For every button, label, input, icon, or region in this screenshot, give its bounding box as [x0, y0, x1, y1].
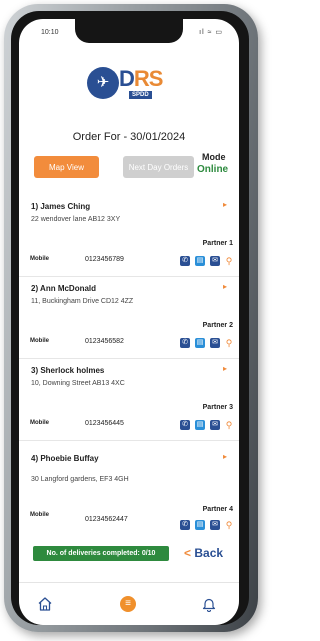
- drs-logo: ✈ DRS SPDD: [87, 63, 173, 111]
- customer-name: 2) Ann McDonald: [31, 284, 97, 293]
- logo-subtitle: SPDD: [129, 91, 152, 99]
- contact-actions: ✆ ▤ ✉ ⚲: [175, 334, 233, 348]
- customer-address: 30 Langford gardens, EF3 4GH: [31, 476, 129, 483]
- contact-actions: ✆ ▤ ✉ ⚲: [175, 252, 233, 266]
- next-day-orders-button[interactable]: Next Day Orders: [123, 156, 194, 178]
- home-icon[interactable]: [37, 596, 53, 612]
- partner-label: Partner 2: [202, 322, 233, 329]
- chat-icon[interactable]: ▤: [195, 337, 205, 348]
- order-date-title: Order For - 30/01/2024: [72, 131, 186, 143]
- mobile-label: Mobile: [30, 338, 49, 344]
- logo-letters-rs: RS: [133, 66, 164, 91]
- contact-actions: ✆ ▤ ✉ ⚲: [175, 516, 233, 530]
- map-view-button[interactable]: Map View: [34, 156, 99, 178]
- app-screen: 10:10 ıl ≈ ▭ ✈ DRS SPDD Order For - 30/0…: [19, 19, 239, 625]
- delivery-card[interactable]: 3) Sherlock holmes ▸ 10, Downing Street …: [19, 358, 239, 441]
- location-pin-icon[interactable]: ⚲: [225, 338, 233, 348]
- phone-notch: [75, 19, 183, 43]
- chevron-right-icon[interactable]: ▸: [223, 452, 227, 461]
- mode-status[interactable]: Online: [197, 164, 228, 175]
- customer-address: 10, Downing Street AB13 4XC: [31, 380, 125, 387]
- delivery-card[interactable]: 1) James Ching ▸ 22 wendover lane AB12 3…: [19, 194, 239, 277]
- logo-wordmark: DRS: [119, 66, 164, 92]
- bottom-navigation: ≡: [19, 582, 239, 625]
- customer-address: 11, Buckingham Drive CD12 4ZZ: [31, 298, 134, 305]
- chevron-left-icon: <: [184, 546, 192, 560]
- chevron-right-icon[interactable]: ▸: [223, 282, 227, 291]
- back-button[interactable]: < Back: [184, 546, 223, 560]
- phone-frame: 10:10 ıl ≈ ▭ ✈ DRS SPDD Order For - 30/0…: [4, 4, 258, 632]
- partner-label: Partner 3: [202, 404, 233, 411]
- phone-icon[interactable]: ✆: [180, 419, 190, 430]
- mobile-number: 0123456582: [85, 338, 124, 345]
- mobile-number: 0123456789: [85, 256, 124, 263]
- customer-name: 1) James Ching: [31, 202, 91, 211]
- logo-emblem-icon: ✈: [87, 67, 119, 99]
- status-time: 10:10: [41, 29, 59, 36]
- customer-name: 3) Sherlock holmes: [31, 366, 105, 375]
- mail-icon[interactable]: ✉: [210, 255, 220, 266]
- partner-label: Partner 4: [202, 506, 233, 513]
- location-pin-icon[interactable]: ⚲: [225, 520, 233, 530]
- chat-icon[interactable]: ▤: [195, 419, 205, 430]
- phone-icon[interactable]: ✆: [180, 255, 190, 266]
- customer-name: 4) Phoebie Buffay: [31, 454, 99, 463]
- phone-icon[interactable]: ✆: [180, 337, 190, 348]
- location-pin-icon[interactable]: ⚲: [225, 420, 233, 430]
- mobile-number: 0123456445: [85, 420, 124, 427]
- delivery-card[interactable]: 4) Phoebie Buffay ▸ 30 Langford gardens,…: [19, 440, 239, 534]
- mail-icon[interactable]: ✉: [210, 337, 220, 348]
- chevron-right-icon[interactable]: ▸: [223, 364, 227, 373]
- mode-label: Mode: [202, 152, 226, 162]
- chat-icon[interactable]: ▤: [195, 255, 205, 266]
- mobile-label: Mobile: [30, 256, 49, 262]
- deliveries-completed-badge: No. of deliveries completed: 0/10: [33, 546, 169, 561]
- chevron-right-icon[interactable]: ▸: [223, 200, 227, 209]
- phone-icon[interactable]: ✆: [180, 519, 190, 530]
- mobile-label: Mobile: [30, 512, 49, 518]
- status-icons: ıl ≈ ▭: [199, 29, 223, 36]
- delivery-card[interactable]: 2) Ann McDonald ▸ 11, Buckingham Drive C…: [19, 276, 239, 359]
- partner-label: Partner 1: [202, 240, 233, 247]
- contact-actions: ✆ ▤ ✉ ⚲: [175, 416, 233, 430]
- back-label: Back: [194, 546, 224, 560]
- notification-bell-icon[interactable]: [201, 596, 217, 612]
- mail-icon[interactable]: ✉: [210, 519, 220, 530]
- orders-menu-icon[interactable]: ≡: [120, 596, 136, 612]
- mail-icon[interactable]: ✉: [210, 419, 220, 430]
- mobile-number: 01234562447: [85, 516, 128, 523]
- location-pin-icon[interactable]: ⚲: [225, 256, 233, 266]
- chat-icon[interactable]: ▤: [195, 519, 205, 530]
- logo-letter-d: D: [119, 66, 135, 91]
- mobile-label: Mobile: [30, 420, 49, 426]
- customer-address: 22 wendover lane AB12 3XY: [31, 216, 121, 223]
